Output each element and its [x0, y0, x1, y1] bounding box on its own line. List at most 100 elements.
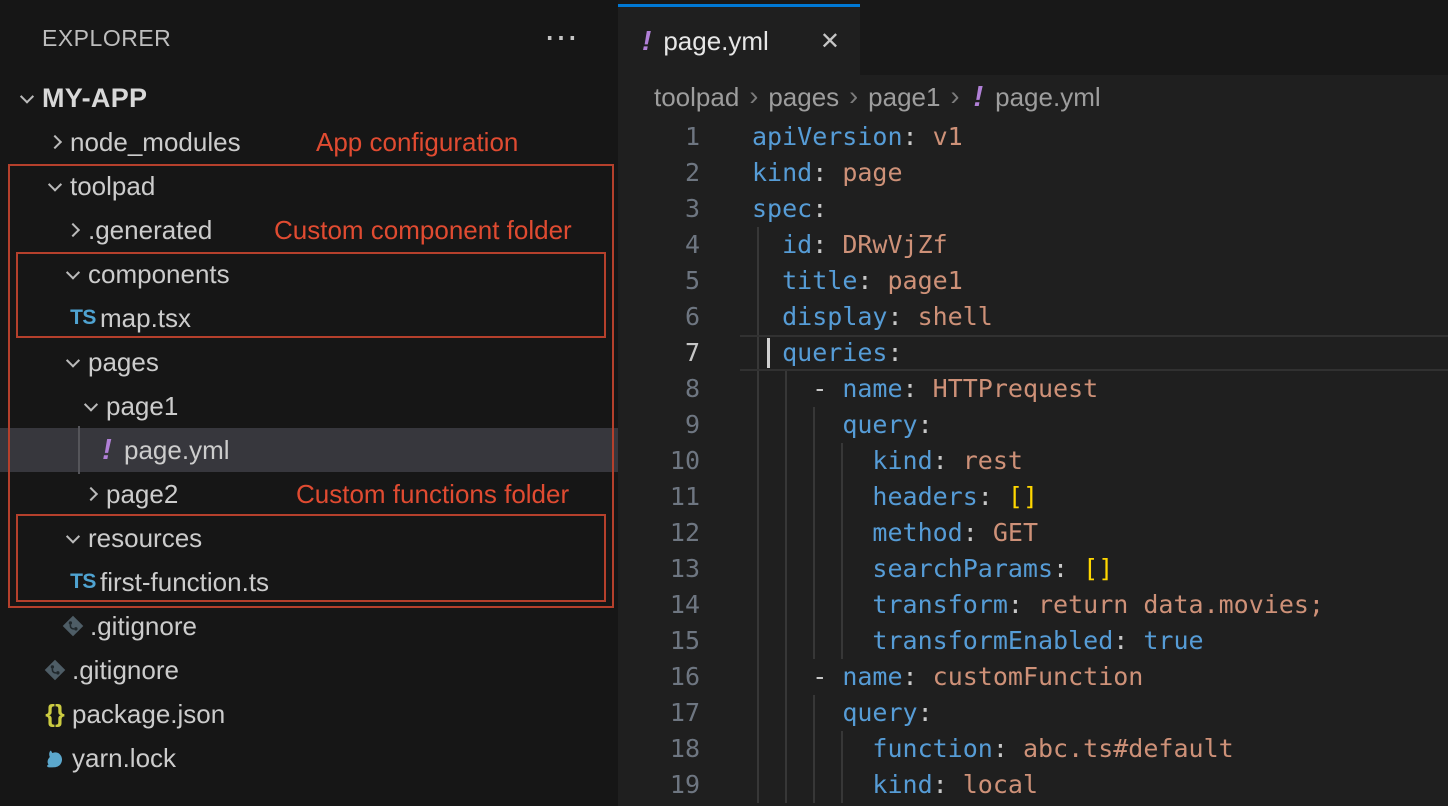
breadcrumb: toolpad › pages › page1 ›! page.yml	[618, 75, 1448, 119]
chevron-down-icon[interactable]	[58, 533, 88, 543]
chevron-right-icon[interactable]	[58, 225, 88, 235]
sidebar-item-page-yml[interactable]: ! page.yml	[0, 428, 618, 472]
line-number: 9	[618, 407, 740, 443]
item-label: yarn.lock	[72, 743, 176, 774]
explorer-sidebar: EXPLORER ⋯ MY-APP node_modulestoolpad .ge…	[0, 0, 618, 806]
json-braces-icon: {}	[45, 700, 64, 729]
code-line[interactable]: query:	[740, 695, 1448, 731]
line-number: 4	[618, 227, 740, 263]
chevron-down-icon[interactable]	[40, 181, 70, 191]
code-area: 12345678910111213141516171819 apiVersion…	[618, 119, 1448, 806]
code-line[interactable]: kind: page	[740, 155, 1448, 191]
sidebar-item-toolpad[interactable]: toolpad	[0, 164, 618, 208]
chevron-right-icon[interactable]	[40, 137, 70, 147]
code-line[interactable]: - name: HTTPrequest	[740, 371, 1448, 407]
editor-group: ! page.yml ✕ toolpad › pages › page1 ›! page.y…	[618, 0, 1448, 806]
code-line[interactable]: method: GET	[740, 515, 1448, 551]
chevron-right-icon: ›	[849, 81, 858, 112]
close-icon[interactable]: ✕	[820, 27, 840, 56]
line-number: 7	[618, 335, 740, 371]
sidebar-item-page1[interactable]: page1	[0, 384, 618, 428]
code-line[interactable]: - name: customFunction	[740, 659, 1448, 695]
code-line[interactable]: id: DRwVjZf	[740, 227, 1448, 263]
code-line[interactable]: function: abc.ts#default	[740, 731, 1448, 767]
item-label: .gitignore	[90, 611, 197, 642]
sidebar-item-node-modules[interactable]: node_modules	[0, 120, 618, 164]
line-number: 15	[618, 623, 740, 659]
breadcrumb-item-page-yml[interactable]: page.yml	[995, 82, 1101, 113]
breadcrumb-item-page1[interactable]: page1	[868, 82, 940, 113]
line-number: 12	[618, 515, 740, 551]
code-line[interactable]: display: shell	[740, 299, 1448, 335]
code-line[interactable]: searchParams: []	[740, 551, 1448, 587]
line-number: 6	[618, 299, 740, 335]
code-line[interactable]: transform: return data.movies;	[740, 587, 1448, 623]
sidebar-item-map-tsx[interactable]: TSmap.tsx	[0, 296, 618, 340]
code-line[interactable]: queries:	[740, 335, 1448, 371]
sidebar-item-gitignore[interactable]: .gitignore	[0, 604, 618, 648]
code-line[interactable]: kind: local	[740, 767, 1448, 803]
warning-icon: !	[973, 81, 983, 114]
sidebar-item-first-function-ts[interactable]: TSfirst-function.ts	[0, 560, 618, 604]
line-number: 3	[618, 191, 740, 227]
sidebar-item-pages[interactable]: pages	[0, 340, 618, 384]
code-line[interactable]: spec:	[740, 191, 1448, 227]
sidebar-item-package-json[interactable]: {} package.json	[0, 692, 618, 736]
code-line[interactable]: query:	[740, 407, 1448, 443]
sidebar-item-generated[interactable]: .generated	[0, 208, 618, 252]
code-lines: apiVersion: v1kind: pagespec: id: DRwVjZ…	[740, 119, 1448, 803]
text-cursor	[767, 338, 770, 368]
chevron-down-icon[interactable]	[12, 93, 42, 103]
item-label: first-function.ts	[100, 567, 269, 598]
item-label: components	[88, 259, 230, 290]
item-label: resources	[88, 523, 202, 554]
vscode-window: EXPLORER ⋯ MY-APP node_modulestoolpad.ge…	[0, 0, 1448, 806]
breadcrumb-item-pages[interactable]: pages	[768, 82, 839, 113]
line-number: 10	[618, 443, 740, 479]
yarn-icon	[42, 745, 68, 771]
chevron-down-icon[interactable]	[76, 401, 106, 411]
code-line[interactable]: kind: rest	[740, 443, 1448, 479]
warning-icon: !	[102, 434, 112, 467]
explorer-header: EXPLORER ⋯	[0, 0, 618, 76]
code-line[interactable]: apiVersion: v1	[740, 119, 1448, 155]
chevron-right-icon: ›	[950, 81, 959, 112]
sidebar-item-yarn-lock[interactable]: yarn.lock	[0, 736, 618, 780]
item-label: .generated	[88, 215, 212, 246]
code-line[interactable]: transformEnabled: true	[740, 623, 1448, 659]
item-label: page2	[106, 479, 178, 510]
item-label: page.yml	[124, 435, 230, 466]
line-number: 1	[618, 119, 740, 155]
line-number: 16	[618, 659, 740, 695]
chevron-down-icon[interactable]	[58, 269, 88, 279]
line-number: 13	[618, 551, 740, 587]
sidebar-item-resources[interactable]: resources	[0, 516, 618, 560]
breadcrumb-item-toolpad[interactable]: toolpad	[654, 82, 739, 113]
sidebar-item-my-app[interactable]: MY-APP	[0, 76, 618, 120]
git-icon	[60, 613, 86, 639]
code-line[interactable]: headers: []	[740, 479, 1448, 515]
item-label: page1	[106, 391, 178, 422]
more-actions-icon[interactable]: ⋯	[544, 33, 580, 43]
line-number: 8	[618, 371, 740, 407]
item-label: map.tsx	[100, 303, 191, 334]
line-number-gutter: 12345678910111213141516171819	[618, 119, 740, 806]
line-number: 14	[618, 587, 740, 623]
tab-page-yml[interactable]: ! page.yml ✕	[618, 4, 860, 75]
chevron-down-icon[interactable]	[58, 357, 88, 367]
line-number: 11	[618, 479, 740, 515]
item-label: package.json	[72, 699, 225, 730]
line-number: 17	[618, 695, 740, 731]
item-label: node_modules	[70, 127, 241, 158]
typescript-icon: TS	[70, 570, 96, 594]
chevron-right-icon[interactable]	[76, 489, 106, 499]
code-line[interactable]: title: page1	[740, 263, 1448, 299]
item-label: toolpad	[70, 171, 155, 202]
sidebar-item-gitignore[interactable]: .gitignore	[0, 648, 618, 692]
sidebar-item-page2[interactable]: page2	[0, 472, 618, 516]
chevron-right-icon: ›	[749, 81, 758, 112]
line-number: 5	[618, 263, 740, 299]
code-editor[interactable]: apiVersion: v1kind: pagespec: id: DRwVjZ…	[740, 119, 1448, 806]
sidebar-item-components[interactable]: components	[0, 252, 618, 296]
line-number: 19	[618, 767, 740, 803]
